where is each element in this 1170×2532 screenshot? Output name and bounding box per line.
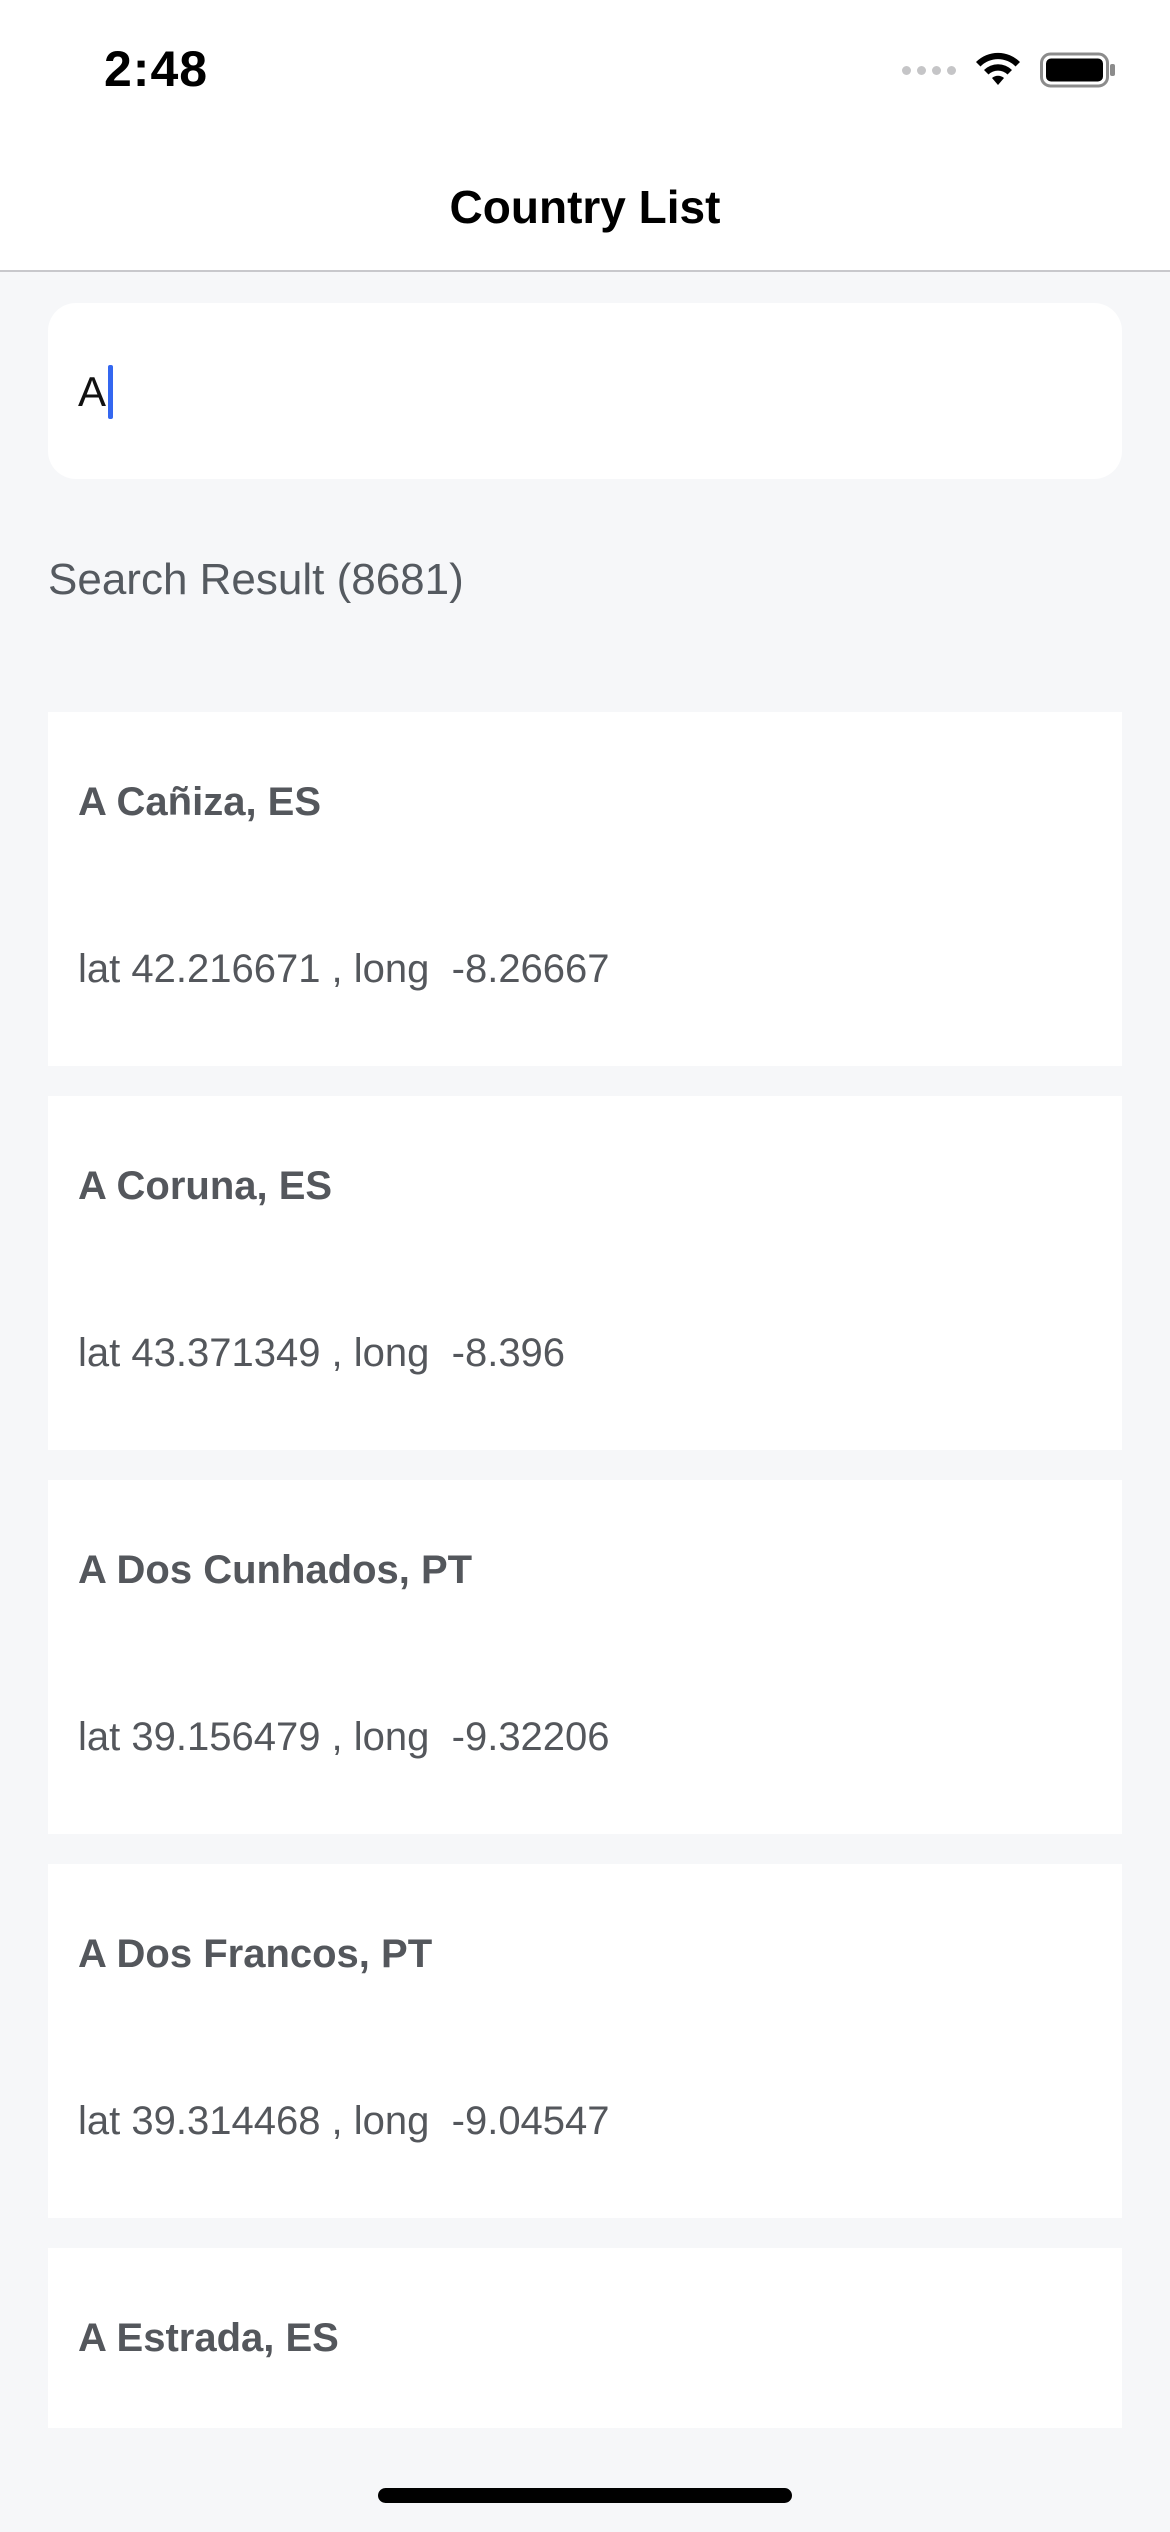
list-item[interactable]: A Dos Francos, PT lat 39.314468 , long -…	[48, 1864, 1122, 2218]
status-icons	[902, 52, 1116, 88]
list-item-coordinates: lat 39.156479 , long -9.32206	[78, 1715, 610, 1759]
battery-icon	[1040, 52, 1115, 88]
wifi-icon	[976, 52, 1020, 85]
home-indicator[interactable]	[378, 2488, 792, 2503]
status-time: 2:48	[104, 41, 209, 97]
list-item-title: A Dos Francos, PT	[78, 1932, 433, 1976]
list-item-title: A Cañiza, ES	[78, 780, 322, 824]
status-bar: 2:48	[0, 0, 1170, 140]
signal-icon	[902, 65, 956, 75]
list-item-title: A Estrada, ES	[78, 2316, 339, 2360]
nav-bar: Country List	[0, 140, 1170, 272]
search-input[interactable]: A	[48, 303, 1122, 479]
list-item[interactable]: A Estrada, ES	[48, 2248, 1122, 2428]
search-result-count: Search Result (8681)	[48, 555, 464, 604]
list-item[interactable]: A Cañiza, ES lat 42.216671 , long -8.266…	[48, 712, 1122, 1066]
list-item-coordinates: lat 42.216671 , long -8.26667	[78, 947, 610, 991]
list-item-title: A Dos Cunhados, PT	[78, 1548, 473, 1592]
list-item-title: A Coruna, ES	[78, 1164, 333, 1208]
text-caret	[108, 365, 114, 419]
list-item[interactable]: A Coruna, ES lat 43.371349 , long -8.396	[48, 1096, 1122, 1450]
search-value: A	[78, 368, 107, 415]
list-item-coordinates: lat 39.314468 , long -9.04547	[78, 2099, 610, 2143]
list-item[interactable]: A Dos Cunhados, PT lat 39.156479 , long …	[48, 1480, 1122, 1834]
list-item-coordinates: lat 43.371349 , long -8.396	[78, 1331, 566, 1375]
page-title: Country List	[449, 181, 721, 233]
search-input-text[interactable]: A	[78, 365, 114, 419]
